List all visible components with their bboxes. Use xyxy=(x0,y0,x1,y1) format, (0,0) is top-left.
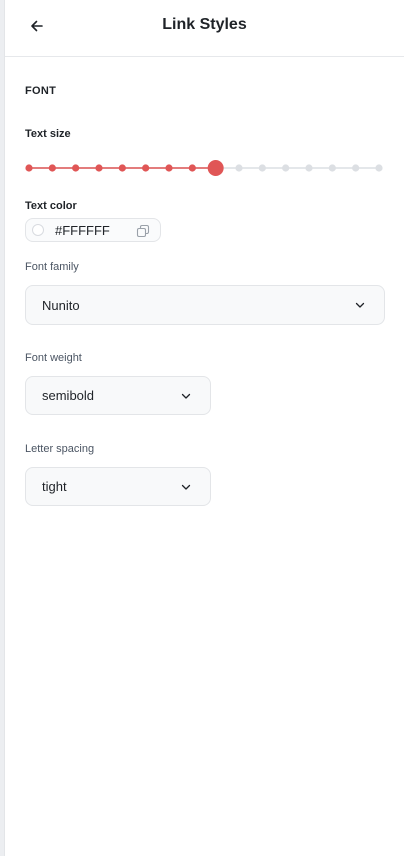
slider-step[interactable] xyxy=(375,164,383,172)
chevron-down-icon xyxy=(181,484,191,490)
slider-step[interactable] xyxy=(25,164,33,172)
font-weight-value: semibold xyxy=(42,388,95,403)
slider-step[interactable] xyxy=(165,164,173,172)
text-color-label: Text color xyxy=(25,200,77,212)
text-size-slider[interactable] xyxy=(25,158,385,178)
slider-step[interactable] xyxy=(118,164,126,172)
left-panel-edge xyxy=(0,0,5,856)
slider-thumb[interactable] xyxy=(207,160,224,176)
chevron-down-icon xyxy=(355,302,365,308)
slider-step[interactable] xyxy=(48,164,56,172)
header: Link Styles xyxy=(5,0,404,57)
font-family-select[interactable]: Nunito xyxy=(25,285,385,325)
color-swatch[interactable] xyxy=(32,224,44,236)
copy-icon[interactable] xyxy=(136,224,150,238)
slider-step[interactable] xyxy=(188,164,196,172)
slider-step[interactable] xyxy=(95,164,103,172)
chevron-down-icon xyxy=(181,393,191,399)
slider-step[interactable] xyxy=(352,164,360,172)
slider-step[interactable] xyxy=(142,164,150,172)
font-family-value: Nunito xyxy=(42,297,80,313)
text-size-label: Text size xyxy=(25,128,71,140)
slider-step[interactable] xyxy=(72,164,80,172)
letter-spacing-select[interactable]: tight xyxy=(25,467,211,506)
text-color-field[interactable]: #FFFFFF xyxy=(25,218,161,242)
color-hex-value: #FFFFFF xyxy=(55,222,110,238)
slider-step[interactable] xyxy=(282,164,290,172)
font-family-label: Font family xyxy=(25,261,79,273)
section-label-font: FONT xyxy=(25,85,57,97)
slider-track xyxy=(25,160,383,176)
slider-step[interactable] xyxy=(328,164,336,172)
slider-step[interactable] xyxy=(258,164,266,172)
letter-spacing-value: tight xyxy=(42,479,67,494)
page-title: Link Styles xyxy=(162,16,247,33)
slider-step[interactable] xyxy=(235,164,243,172)
font-weight-select[interactable]: semibold xyxy=(25,376,211,415)
letter-spacing-label: Letter spacing xyxy=(25,443,95,455)
font-weight-label: Font weight xyxy=(25,352,82,364)
slider-step[interactable] xyxy=(305,164,313,172)
